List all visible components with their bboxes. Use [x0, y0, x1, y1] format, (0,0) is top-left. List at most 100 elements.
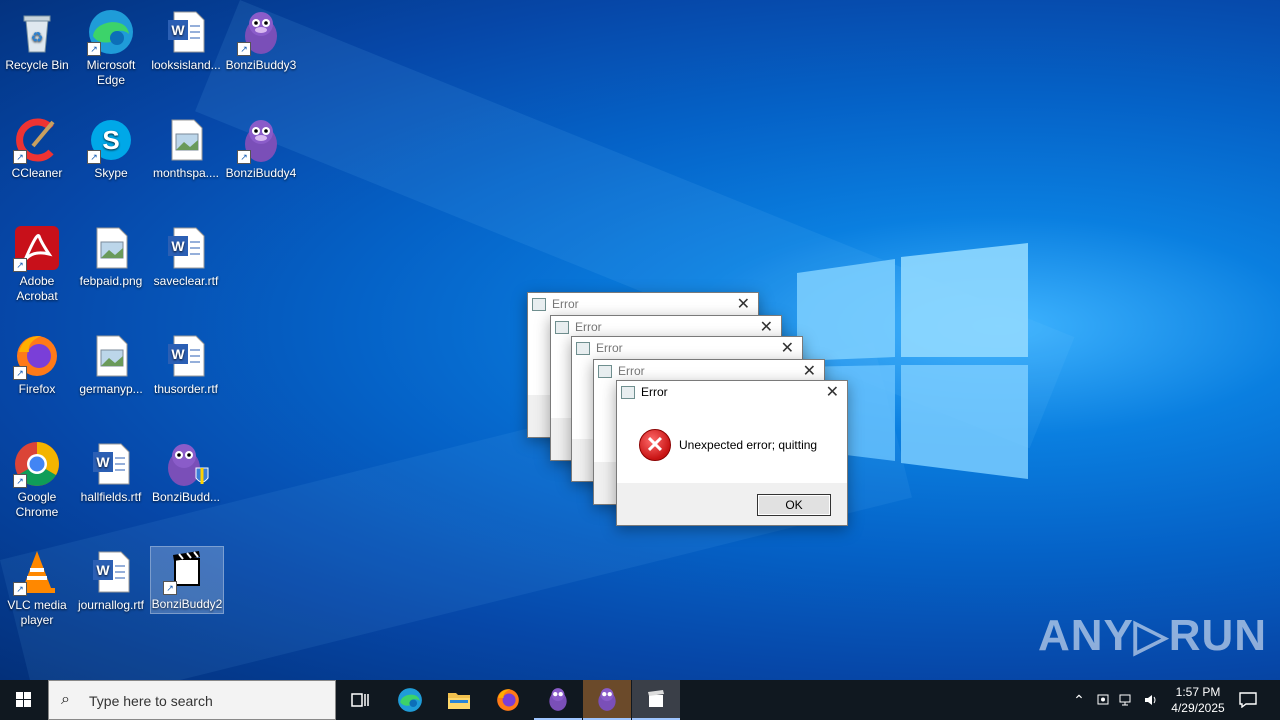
- clock-time: 1:57 PM: [1175, 685, 1221, 699]
- close-icon[interactable]: ✕: [781, 338, 794, 358]
- icon-label: Recycle Bin: [5, 58, 69, 72]
- desktop-icon-bonzibuddy2[interactable]: ↗ BonziBuddy2: [150, 546, 224, 614]
- desktop-icon-germanyp[interactable]: germanyp...: [75, 332, 147, 397]
- desktop-icon-saveclear[interactable]: W saveclear.rtf: [150, 224, 222, 289]
- icon-label: CCleaner: [11, 166, 63, 180]
- dialog-titlebar[interactable]: Error ✕: [528, 293, 758, 315]
- taskbar-bonzibuddy[interactable]: [534, 680, 582, 720]
- desktop-icon-adobe-acrobat[interactable]: ↗ Adobe Acrobat: [1, 224, 73, 304]
- show-hidden-icons[interactable]: ⌃: [1068, 680, 1090, 720]
- icon-label: monthspa....: [152, 166, 220, 180]
- network-icon: [1119, 694, 1131, 706]
- icon-label: BonziBuddy4: [225, 166, 297, 180]
- desktop-icon-bonzibuddy4[interactable]: ↗ BonziBuddy4: [225, 116, 297, 181]
- desktop-icon-google-chrome[interactable]: ↗ Google Chrome: [1, 440, 73, 520]
- desktop-icon-vlc[interactable]: ↗ VLC media player: [1, 548, 73, 628]
- desktop[interactable]: ♻ Recycle Bin ↗ Microsoft Edge W looksis…: [0, 0, 1280, 680]
- taskbar-bonzibuddy-active[interactable]: [583, 680, 631, 720]
- app-window-icon: [576, 342, 590, 355]
- svg-text:W: W: [96, 454, 110, 470]
- icon-label: Firefox: [18, 382, 56, 396]
- bonzi-shield-icon: [162, 440, 210, 488]
- action-center-button[interactable]: [1232, 680, 1264, 720]
- shortcut-arrow-icon: ↗: [13, 474, 27, 488]
- bonzi-icon: ↗: [237, 8, 285, 56]
- desktop-icon-bonzibuddy3[interactable]: ↗ BonziBuddy3: [225, 8, 297, 73]
- svg-text:W: W: [96, 562, 110, 578]
- task-view-icon: [351, 693, 369, 707]
- close-icon[interactable]: ✕: [760, 317, 773, 337]
- dialog-title: Error: [552, 297, 579, 311]
- taskbar-file-explorer[interactable]: [435, 680, 483, 720]
- tray-network-icon[interactable]: [1116, 680, 1138, 720]
- dialog-titlebar[interactable]: Error ✕: [551, 316, 781, 338]
- shortcut-arrow-icon: ↗: [237, 150, 251, 164]
- shortcut-arrow-icon: ↗: [87, 42, 101, 56]
- shortcut-arrow-icon: ↗: [13, 150, 27, 164]
- desktop-icon-looksisland[interactable]: W looksisland...: [150, 8, 222, 73]
- chrome-icon: ↗: [13, 440, 61, 488]
- icon-label: germanyp...: [79, 382, 143, 396]
- edge-icon: [398, 688, 422, 712]
- desktop-icon-thusorder[interactable]: W thusorder.rtf: [150, 332, 222, 397]
- taskbar-search-box[interactable]: ⌕ Type here to search: [48, 680, 336, 720]
- app-window-icon: [621, 386, 635, 399]
- recycle-bin-icon: ♻: [13, 8, 61, 56]
- svg-text:♻: ♻: [31, 29, 44, 45]
- icon-label: Google Chrome: [15, 490, 59, 519]
- shortcut-arrow-icon: ↗: [13, 366, 27, 380]
- icon-label: BonziBuddy3: [225, 58, 297, 72]
- folder-icon: [448, 693, 470, 709]
- device-icon: [1097, 694, 1109, 705]
- tray-device-icon[interactable]: [1092, 680, 1114, 720]
- taskbar-firefox[interactable]: [484, 680, 532, 720]
- dialog-titlebar[interactable]: Error ✕: [594, 360, 824, 382]
- close-icon[interactable]: ✕: [737, 294, 750, 314]
- anyrun-watermark: ANY▷RUN: [1038, 611, 1268, 660]
- notification-icon: [1239, 692, 1257, 708]
- shortcut-arrow-icon: ↗: [163, 581, 177, 595]
- error-dialog-front[interactable]: Error ✕ ✕ Unexpected error; quitting OK: [616, 380, 848, 526]
- desktop-icon-ccleaner[interactable]: ↗ CCleaner: [1, 116, 73, 181]
- desktop-icon-recycle-bin[interactable]: ♻ Recycle Bin: [1, 8, 73, 73]
- tray-volume-icon[interactable]: [1140, 680, 1162, 720]
- desktop-icon-hallfields[interactable]: W hallfields.rtf: [75, 440, 147, 505]
- icon-label: BonziBuddy2: [151, 597, 223, 611]
- clapper-file-icon: [648, 690, 664, 707]
- icon-label: thusorder.rtf: [153, 382, 219, 396]
- taskbar-error-app[interactable]: [632, 680, 680, 720]
- clock-date: 4/29/2025: [1171, 701, 1225, 715]
- image-file-icon: [87, 224, 135, 272]
- bonzi-icon: [598, 688, 616, 711]
- taskbar-edge[interactable]: [386, 680, 434, 720]
- dialog-titlebar[interactable]: Error ✕: [572, 337, 802, 359]
- icon-label: saveclear.rtf: [153, 274, 219, 288]
- icon-label: Skype: [94, 166, 128, 180]
- close-icon[interactable]: ✕: [803, 361, 816, 381]
- desktop-icon-skype[interactable]: S ↗ Skype: [75, 116, 147, 181]
- desktop-icon-microsoft-edge[interactable]: ↗ Microsoft Edge: [75, 8, 147, 88]
- svg-text:W: W: [171, 346, 185, 362]
- word-doc-icon: W: [162, 8, 210, 56]
- icon-label: hallfields.rtf: [80, 490, 142, 504]
- vlc-icon: ↗: [13, 548, 61, 596]
- start-button[interactable]: [0, 680, 48, 720]
- desktop-icon-monthspa[interactable]: monthspa....: [150, 116, 222, 181]
- dialog-title: Error: [618, 364, 645, 378]
- close-icon[interactable]: ✕: [826, 382, 839, 402]
- task-view-button[interactable]: [336, 680, 384, 720]
- taskbar-clock[interactable]: 1:57 PM 4/29/2025: [1160, 684, 1236, 716]
- desktop-icon-bonzibudd[interactable]: BonziBudd...: [150, 440, 222, 505]
- desktop-icon-firefox[interactable]: ↗ Firefox: [1, 332, 73, 397]
- desktop-icon-febpaid[interactable]: febpaid.png: [75, 224, 147, 289]
- svg-text:W: W: [171, 22, 185, 38]
- ok-button[interactable]: OK: [757, 494, 831, 516]
- skype-icon: S ↗: [87, 116, 135, 164]
- desktop-icon-journallog[interactable]: W journallog.rtf: [75, 548, 147, 613]
- icon-label: Adobe Acrobat: [16, 274, 58, 303]
- bonzi-icon: ↗: [237, 116, 285, 164]
- dialog-titlebar[interactable]: Error ✕: [617, 381, 847, 403]
- shortcut-arrow-icon: ↗: [13, 582, 27, 596]
- image-file-icon: [162, 116, 210, 164]
- shortcut-arrow-icon: ↗: [87, 150, 101, 164]
